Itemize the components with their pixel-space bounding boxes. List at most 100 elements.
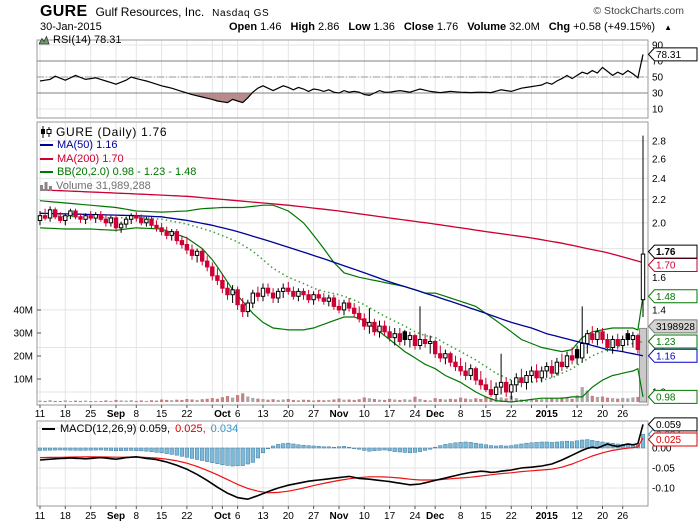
svg-text:20: 20 <box>283 511 295 522</box>
svg-text:6: 6 <box>235 409 241 420</box>
svg-text:24: 24 <box>409 409 421 420</box>
svg-text:20: 20 <box>597 511 609 522</box>
svg-text:24: 24 <box>409 511 421 522</box>
macd-legend: MACD(12,26,9) 0.059, 0.025, 0.034 <box>42 423 238 435</box>
svg-text:11: 11 <box>35 409 46 420</box>
svg-text:22: 22 <box>506 409 518 420</box>
volume-bar-last <box>639 327 647 403</box>
svg-text:2.2: 2.2 <box>652 195 666 206</box>
svg-text:18: 18 <box>60 511 72 522</box>
svg-text:1.23: 1.23 <box>656 337 676 348</box>
svg-text:8: 8 <box>134 409 140 420</box>
legend-ma200-row: MA(200) 1.70 <box>40 152 196 166</box>
quote-volume: Volume 32.0M <box>467 21 540 33</box>
svg-text:10M: 10M <box>14 375 33 386</box>
svg-text:27: 27 <box>308 511 320 522</box>
svg-text:0.025: 0.025 <box>656 435 681 446</box>
rsi-legend-label: RSI(14) 78.31 <box>53 34 122 46</box>
stockcharts-copyright-link[interactable]: © StockCharts.com <box>593 5 684 17</box>
quote-change: Chg +0.58 (+49.15%) <box>548 21 656 33</box>
svg-text:25: 25 <box>85 409 97 420</box>
legend-symbol-label: GURE (Daily) 1.76 <box>56 124 168 139</box>
candlestick-icon <box>40 125 52 138</box>
svg-text:15: 15 <box>156 409 168 420</box>
svg-text:2.8: 2.8 <box>652 136 666 147</box>
svg-text:22: 22 <box>506 511 518 522</box>
chart-canvas: 907050301078.3140M30M20M10M2.82.62.42.22… <box>14 39 698 522</box>
stockcharts-sharpchart: 90 70 50 30 10 78.31 40M 30M 20M 10M 2.8 2.6 2.4 2.2 2… <box>0 0 700 530</box>
svg-text:-0.05: -0.05 <box>652 464 675 475</box>
company-name: Gulf Resources, Inc. <box>95 5 205 19</box>
svg-text:15: 15 <box>480 409 492 420</box>
quote-high: High 2.86 <box>290 21 340 33</box>
svg-text:2.4: 2.4 <box>652 174 666 185</box>
svg-text:1.16: 1.16 <box>656 351 676 362</box>
price-legend: GURE (Daily) 1.76 MA(50) 1.16 MA(200) 1.… <box>40 125 196 193</box>
volume-bars-icon <box>40 181 52 191</box>
svg-text:30M: 30M <box>14 329 33 340</box>
svg-text:10: 10 <box>359 511 371 522</box>
svg-text:20: 20 <box>283 409 295 420</box>
svg-text:0.059: 0.059 <box>656 420 681 431</box>
svg-text:2.6: 2.6 <box>652 154 666 165</box>
svg-text:17: 17 <box>384 511 396 522</box>
svg-text:22: 22 <box>181 511 193 522</box>
legend-ma50-label: MA(50) 1.16 <box>57 139 118 152</box>
ma50-color-swatch <box>40 144 53 147</box>
svg-text:Oct: Oct <box>214 409 231 420</box>
svg-text:2015: 2015 <box>536 511 559 522</box>
svg-text:Nov: Nov <box>330 409 349 420</box>
svg-text:30: 30 <box>652 89 664 100</box>
svg-text:13: 13 <box>257 409 269 420</box>
svg-text:2.0: 2.0 <box>652 218 666 229</box>
macd-legend-hist: 0.034 <box>210 423 239 435</box>
legend-volume-label: Volume 31,989,288 <box>56 179 151 192</box>
svg-text:11: 11 <box>35 511 46 522</box>
svg-text:22: 22 <box>181 409 193 420</box>
change-up-arrow: ▲ <box>664 22 672 32</box>
rsi-callout: 78.31 <box>647 47 698 62</box>
svg-text:26: 26 <box>617 511 629 522</box>
svg-text:1.76: 1.76 <box>656 247 676 258</box>
x-axis-labels-top: 11 18 25 Sep 8 15 22 Oct 6 13 20 27 Nov 10 17 24 Dec 8 15 2… <box>35 405 629 420</box>
svg-text:Dec: Dec <box>426 511 445 522</box>
svg-text:3198928: 3198928 <box>656 322 695 333</box>
svg-text:26: 26 <box>617 409 629 420</box>
macd-line-swatch <box>42 428 55 430</box>
svg-text:0.98: 0.98 <box>656 392 676 403</box>
svg-text:6: 6 <box>235 511 241 522</box>
svg-text:1.70: 1.70 <box>656 261 676 272</box>
svg-text:Dec: Dec <box>426 409 445 420</box>
svg-text:Oct: Oct <box>214 511 231 522</box>
quote-strip: Open 1.46 High 2.86 Low 1.36 Close 1.76 Volu… <box>229 21 672 33</box>
ma200-color-swatch <box>40 157 53 160</box>
svg-text:2015: 2015 <box>536 409 559 420</box>
svg-text:13: 13 <box>257 511 269 522</box>
svg-text:12: 12 <box>572 511 584 522</box>
macd-legend-main: MACD(12,26,9) 0.059, <box>60 423 171 435</box>
svg-text:40M: 40M <box>14 306 33 317</box>
exchange-name: Nasdaq GS <box>212 8 270 19</box>
svg-text:Sep: Sep <box>107 511 125 522</box>
quote-open: Open 1.46 <box>229 21 282 33</box>
legend-volume-row: Volume 31,989,288 <box>40 179 196 193</box>
svg-text:Nov: Nov <box>330 511 349 522</box>
svg-text:78.31: 78.31 <box>656 50 681 61</box>
svg-text:15: 15 <box>480 511 492 522</box>
svg-text:20: 20 <box>597 409 609 420</box>
svg-text:25: 25 <box>85 511 97 522</box>
svg-text:10: 10 <box>359 409 371 420</box>
svg-text:17: 17 <box>384 409 396 420</box>
quote-low: Low 1.36 <box>348 21 395 33</box>
svg-text:10: 10 <box>652 105 664 116</box>
svg-text:20M: 20M <box>14 352 33 363</box>
svg-text:8: 8 <box>458 409 464 420</box>
quote-close: Close 1.76 <box>403 21 459 33</box>
svg-text:1.48: 1.48 <box>656 292 676 303</box>
macd-axis-labels: 0.00-0.05-0.10 <box>652 444 675 495</box>
svg-text:Sep: Sep <box>107 409 125 420</box>
chart-header: GURE Gulf Resources, Inc. Nasdaq GS <box>40 3 269 21</box>
legend-bollinger-label: BB(20,2.0) 0.98 - 1.23 - 1.48 <box>57 166 197 179</box>
svg-text:-0.10: -0.10 <box>652 484 675 495</box>
macd-callouts: 0.0340.0250.059 <box>647 417 698 447</box>
